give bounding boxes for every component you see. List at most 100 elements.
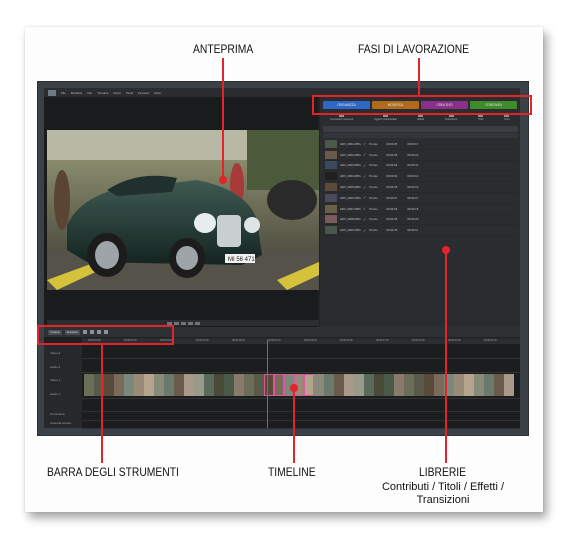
menu-file[interactable]: File [61, 91, 66, 95]
clip-duration: 00:00:06 [386, 217, 398, 222]
subtab-transizioni[interactable]: Transizioni [445, 114, 457, 123]
clip-time: 00:00:15 [407, 206, 419, 211]
ready-check-icon: ✓ [363, 227, 367, 233]
clip-frame [494, 374, 504, 396]
clip-time: 00:00:22 [407, 152, 419, 157]
track-label: Audio 1 [50, 392, 61, 396]
ready-check-icon: ✓ [363, 152, 367, 158]
callout-barra: BARRA DEGLI STRUMENTI [47, 465, 179, 479]
clip-status: Pronto [369, 163, 378, 168]
clip-frame [254, 374, 264, 396]
clip-frame [394, 374, 404, 396]
clip-thumbnail [325, 183, 337, 192]
clip-thumbnail [325, 161, 337, 170]
library-toolbar [323, 126, 518, 132]
ready-check-icon: ✓ [363, 141, 367, 147]
track-audio-2[interactable] [82, 359, 520, 373]
clip-frame [164, 374, 174, 396]
ruler-tick-label: 00;00;42;10 [412, 339, 425, 342]
clip-duration: 00:00:04 [386, 206, 398, 211]
track-colonna-sonora[interactable] [82, 421, 520, 429]
highlight-toolbar [37, 325, 174, 345]
clip-frame [424, 374, 434, 396]
subtab-effetti[interactable]: Effetti [417, 114, 424, 123]
callout-fasi: FASI DI LAVORAZIONE [358, 42, 470, 56]
subtab-titoli[interactable]: Titoli [478, 114, 483, 123]
clip-status: Pronto [369, 195, 378, 200]
app-logo-icon [48, 89, 56, 96]
clip-duration: 00:00:05 [386, 141, 398, 146]
library-row[interactable]: HDV_0005.MPG ✓ Pronto 00:00:05 00:00:19 [323, 182, 518, 193]
clip-time: 00:00:20 [407, 217, 419, 222]
clip-frame [224, 374, 234, 396]
menu-finestra[interactable]: Finestra [138, 91, 149, 95]
clip-frame [154, 374, 164, 396]
leader-fasi [418, 58, 420, 95]
svg-text:MI 56 471: MI 56 471 [228, 257, 255, 263]
library-row[interactable]: HDV_0004.MPG ✓ Pronto 00:00:03 00:00:12 [323, 171, 518, 183]
clip-frame [384, 374, 394, 396]
library-row[interactable]: HDV_0007.MPG ✓ Pronto 00:00:04 00:00:15 [323, 204, 518, 215]
clip-duration: 00:00:05 [386, 185, 398, 190]
track-audio-1[interactable] [82, 399, 520, 412]
library-row[interactable]: HDV_0001.MPG ✓ Pronto 00:00:05 00:00:17 [323, 139, 518, 150]
clip-name: HDV_0001.MPG [340, 141, 361, 146]
clip-status: Pronto [369, 141, 378, 146]
leader-barra [101, 345, 103, 463]
ready-check-icon: ✓ [363, 162, 367, 168]
menu-clip[interactable]: Clip [87, 91, 92, 95]
leader-librerie [445, 250, 447, 463]
ready-check-icon: ✓ [363, 216, 367, 222]
track-video-2[interactable] [82, 345, 520, 359]
library-row[interactable]: HDV_0009.MPG ✓ Pronto 00:00:05 00:00:11 [323, 225, 518, 237]
clip-name: HDV_0005.MPG [340, 185, 361, 190]
clip-frame [264, 374, 274, 396]
menu-titolo[interactable]: Titolo [126, 91, 133, 95]
clip-frame [404, 374, 414, 396]
marker-timeline [290, 384, 298, 392]
clip-frame [214, 374, 224, 396]
menu-disco[interactable]: Disco [113, 91, 121, 95]
menu-aiuto[interactable]: Aiuto [154, 91, 161, 95]
clip-frame [184, 374, 194, 396]
track-label: Commento [50, 412, 65, 416]
ruler-tick-label: 00;00;51;24 [484, 339, 497, 342]
callout-librerie-sub1: Contributi / Titoli / Effetti / [381, 481, 505, 493]
step-forward-icon[interactable] [187, 321, 193, 325]
clip-thumbnail [325, 193, 337, 202]
menu-timeline[interactable]: Timeline [97, 91, 108, 95]
clip-status: Pronto [369, 206, 378, 211]
subtab-acquisisci[interactable]: Acquisisci contenuti [330, 114, 353, 123]
clip-frame [124, 374, 134, 396]
leader-anteprima [222, 58, 224, 180]
subtab-oggetti[interactable]: Oggetti multimediali [374, 114, 397, 123]
clip-thumbnail [325, 204, 337, 213]
clip-thumbnail [325, 226, 337, 235]
ready-check-icon: ✓ [363, 195, 367, 201]
step-back-icon[interactable] [173, 321, 179, 325]
track-label: Audio 2 [50, 365, 61, 369]
clip-frame [374, 374, 384, 396]
ready-check-icon: ✓ [363, 173, 367, 179]
ruler-tick-label: 00;00;37;18 [376, 339, 389, 342]
clip-frame [334, 374, 344, 396]
library-row[interactable]: HDV_0002.MPG ✓ Pronto 00:00:06 00:00:22 [323, 150, 518, 161]
clip-frame [234, 374, 244, 396]
playhead[interactable] [267, 340, 268, 428]
marker-anteprima [219, 176, 227, 184]
marker-librerie [442, 246, 450, 254]
play-icon[interactable] [180, 321, 186, 325]
subtab-temi[interactable]: Temi [504, 114, 510, 123]
track-commento[interactable] [82, 412, 520, 421]
preview-image: MI 56 471 [47, 130, 319, 290]
library-row[interactable]: HDV_0008.MPG ✓ Pronto 00:00:06 00:00:20 [323, 215, 518, 226]
video-clip-strip[interactable] [84, 374, 514, 396]
library-row[interactable]: HDV_0006.MPG ✓ Pronto 00:00:07 00:00:27 [323, 193, 518, 204]
menu-modifica[interactable]: Modifica [71, 91, 82, 95]
clip-frame [484, 374, 494, 396]
ruler-tick-label: 00;00;23;12 [268, 339, 281, 342]
library-row[interactable]: HDV_0003.MPG ✓ Pronto 00:00:04 00:00:31 [323, 161, 518, 172]
clip-frame [304, 374, 314, 396]
ruler-tick-label: 00;00;28;04 [304, 339, 317, 342]
fast-forward-icon[interactable] [194, 321, 200, 325]
